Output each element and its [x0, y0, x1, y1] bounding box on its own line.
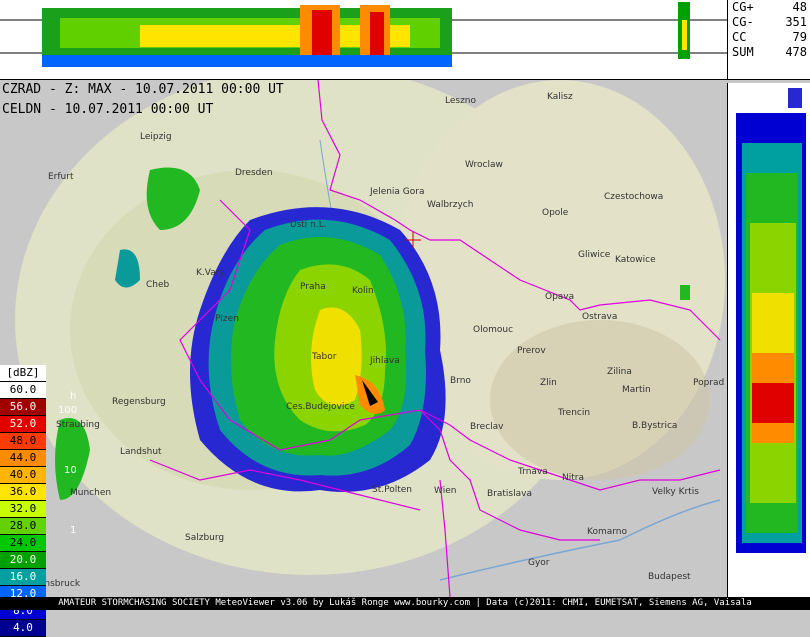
city-label: Opava	[545, 292, 575, 302]
city-label: Martin	[622, 385, 651, 395]
legend-level: 28.0	[0, 518, 46, 535]
city-label: Usti n.L.	[290, 220, 327, 230]
legend-level: 48.0	[0, 433, 46, 450]
map-graphic	[15, 65, 725, 598]
legend-level: 36.0	[0, 484, 46, 501]
legend-level: 16.0	[0, 569, 46, 586]
stat-row-cg-minus: CG- 351	[728, 15, 810, 30]
city-label: B.Bystrica	[632, 421, 678, 431]
city-label: Czestochowa	[604, 192, 664, 202]
stat-value: 48	[792, 0, 807, 14]
h-scale-tick: 10	[64, 465, 77, 476]
city-label: Cheb	[146, 280, 170, 290]
city-label: Nitra	[562, 473, 584, 483]
city-label: Bratislava	[487, 489, 532, 499]
top-reflectivity-profile	[0, 0, 727, 80]
stat-label: CG-	[732, 15, 754, 29]
stat-row-sum: SUM 478	[728, 45, 810, 60]
city-label: Salzburg	[185, 533, 225, 543]
stat-label: CC	[732, 30, 747, 44]
city-label: Komarno	[587, 527, 627, 537]
h-scale-tick: 100	[58, 405, 78, 416]
city-label: Jelenia Gora	[370, 187, 425, 197]
h-scale-label: h	[70, 391, 77, 402]
side-profile-graphic	[736, 88, 806, 553]
side-reflectivity-profile	[727, 83, 810, 610]
top-profile-graphic	[0, 2, 727, 67]
city-label: Gyor	[528, 558, 550, 568]
city-label: Breclav	[470, 422, 504, 432]
radar-map[interactable]: Leszno Kalisz Leipzig Wroclaw Dresden Je…	[0, 65, 727, 598]
stat-value: 79	[792, 30, 807, 44]
city-label: Plzen	[215, 314, 239, 324]
city-label: St.Polten	[372, 485, 412, 495]
city-label: Wien	[434, 486, 457, 496]
stat-value: 351	[785, 15, 807, 29]
city-label: Trencin	[558, 408, 591, 418]
city-label: Kalisz	[547, 92, 573, 102]
city-label: Zlin	[540, 378, 557, 388]
city-label: Velky Krtis	[652, 487, 699, 497]
lightning-stats-panel: CG+ 48 CG- 351 CC 79 SUM 478	[727, 0, 810, 80]
legend-level: 56.0	[0, 399, 46, 416]
h-scale-tick: 1	[70, 525, 77, 536]
legend-level: 24.0	[0, 535, 46, 552]
legend-level: 60.0	[0, 382, 46, 399]
city-label: Landshut	[120, 447, 162, 457]
city-label: Poprad	[693, 378, 725, 388]
stat-label: CG+	[732, 0, 754, 14]
city-label: Prerov	[517, 346, 546, 356]
legend-level: 4.0	[0, 620, 46, 637]
city-label: Walbrzych	[427, 200, 474, 210]
city-label: Gliwice	[578, 250, 611, 260]
city-label: Dresden	[235, 168, 273, 178]
city-label: K.Vary	[196, 268, 225, 278]
city-label: Jihlava	[370, 356, 400, 366]
legend-level: 52.0	[0, 416, 46, 433]
city-label: Opole	[542, 208, 569, 218]
city-label: Leszno	[445, 96, 477, 106]
city-label: Brno	[450, 376, 471, 386]
city-label: Ces.Budejovice	[286, 402, 355, 412]
legend-level: 32.0	[0, 501, 46, 518]
city-label: Olomouc	[473, 325, 514, 335]
city-label: Munchen	[70, 488, 112, 498]
radar-product-title: CZRAD - Z: MAX - 10.07.2011 00:00 UT	[2, 82, 284, 97]
stat-value: 478	[785, 45, 807, 59]
city-label: Zilina	[607, 367, 632, 377]
legend-level: 44.0	[0, 450, 46, 467]
city-label: Budapest	[648, 572, 691, 582]
footer-credits: AMATEUR STORMCHASING SOCIETY MeteoViewer…	[0, 597, 810, 610]
city-label: Regensburg	[112, 397, 166, 407]
city-label: Tabor	[312, 352, 337, 362]
city-label: Leipzig	[140, 132, 172, 142]
legend-level: 40.0	[0, 467, 46, 484]
legend-unit: [dBZ]	[0, 365, 46, 382]
city-label: Praha	[300, 282, 326, 292]
city-label: Straubing	[56, 420, 100, 430]
lightning-product-title: CELDN - 10.07.2011 00:00 UT	[2, 102, 214, 117]
city-label: Trnava	[518, 467, 548, 477]
stat-row-cc: CC 79	[728, 30, 810, 45]
city-label: Ostrava	[582, 312, 618, 322]
city-label: Kolin	[352, 286, 374, 296]
city-label: Wroclaw	[465, 160, 503, 170]
city-label: Katowice	[615, 255, 656, 265]
city-label: Erfurt	[48, 172, 74, 182]
stat-label: SUM	[732, 45, 754, 59]
stat-row-cg-plus: CG+ 48	[728, 0, 810, 15]
legend-level: 20.0	[0, 552, 46, 569]
